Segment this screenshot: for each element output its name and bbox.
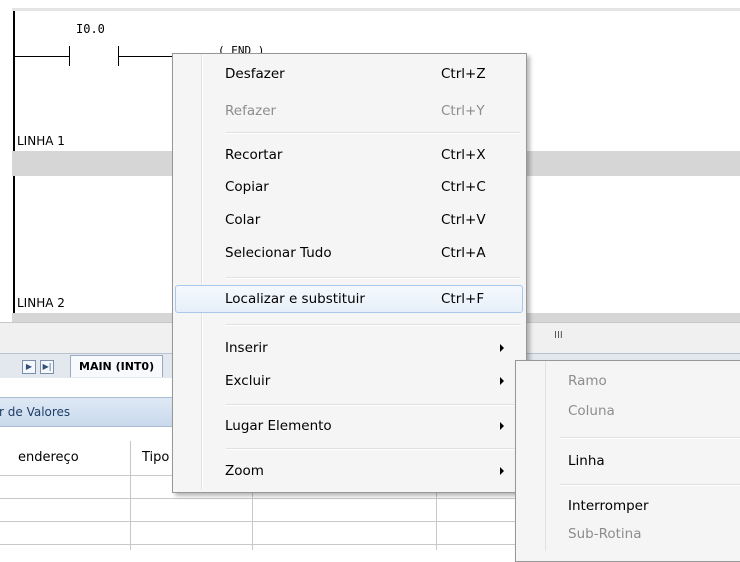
- menu-separator: [226, 404, 520, 406]
- menu-item-insert[interactable]: Inserir: [175, 334, 521, 362]
- grid-row-line: [0, 544, 560, 545]
- submenu-separator: [560, 437, 740, 439]
- editor-top-border: [12, 8, 740, 11]
- contact-address[interactable]: I0.0: [76, 22, 105, 36]
- menu-separator: [226, 277, 520, 279]
- menu-separator: [226, 132, 520, 134]
- tab-next-icon[interactable]: ▶: [22, 360, 36, 374]
- submenu-arrow-icon: [500, 467, 504, 475]
- rung-wire-right: [119, 56, 172, 57]
- menu-item-cut[interactable]: Recortar Ctrl+X: [175, 141, 521, 169]
- rung-label-2: LINHA 2: [17, 296, 65, 310]
- submenu-item-subroutine[interactable]: Sub-Rotina: [518, 520, 740, 548]
- scrollbar-grip[interactable]: III: [554, 330, 563, 341]
- submenu-separator: [560, 484, 740, 486]
- grid-row-line: [0, 498, 560, 499]
- tab-last-icon[interactable]: ▶|: [40, 360, 54, 374]
- rung-wire-left: [15, 56, 69, 57]
- column-header-address[interactable]: endereço: [18, 441, 79, 475]
- tab-main[interactable]: MAIN (INT0): [70, 355, 164, 377]
- submenu-item-line[interactable]: Linha: [518, 447, 740, 475]
- contact-left-bar[interactable]: [69, 46, 70, 66]
- menu-item-select-all[interactable]: Selecionar Tudo Ctrl+A: [175, 239, 521, 267]
- submenu-item-break[interactable]: Interromper: [518, 492, 740, 520]
- submenu-arrow-icon: [500, 377, 504, 385]
- submenu-arrow-icon: [500, 344, 504, 352]
- menu-item-copy[interactable]: Copiar Ctrl+C: [175, 173, 521, 201]
- submenu-item-branch[interactable]: Ramo: [518, 367, 740, 395]
- menu-item-place-element[interactable]: Lugar Elemento: [175, 412, 521, 440]
- grid-line: [130, 441, 131, 550]
- menu-item-undo[interactable]: Desfazer Ctrl+Z: [175, 60, 521, 88]
- menu-item-zoom[interactable]: Zoom: [175, 457, 521, 485]
- menu-item-paste[interactable]: Colar Ctrl+V: [175, 206, 521, 234]
- submenu-arrow-icon: [500, 422, 504, 430]
- menu-separator: [226, 448, 520, 450]
- grid-row-line: [0, 521, 560, 522]
- menu-separator: [226, 324, 520, 326]
- submenu-item-column[interactable]: Coluna: [518, 397, 740, 425]
- menu-item-delete[interactable]: Excluir: [175, 367, 521, 395]
- menu-item-find-replace[interactable]: Localizar e substituir Ctrl+F: [175, 285, 523, 313]
- column-header-type[interactable]: Tipo: [142, 441, 169, 475]
- rung-label-1: LINHA 1: [17, 134, 65, 148]
- menu-item-redo[interactable]: Refazer Ctrl+Y: [175, 97, 521, 125]
- values-panel-title: r de Valores: [0, 405, 71, 419]
